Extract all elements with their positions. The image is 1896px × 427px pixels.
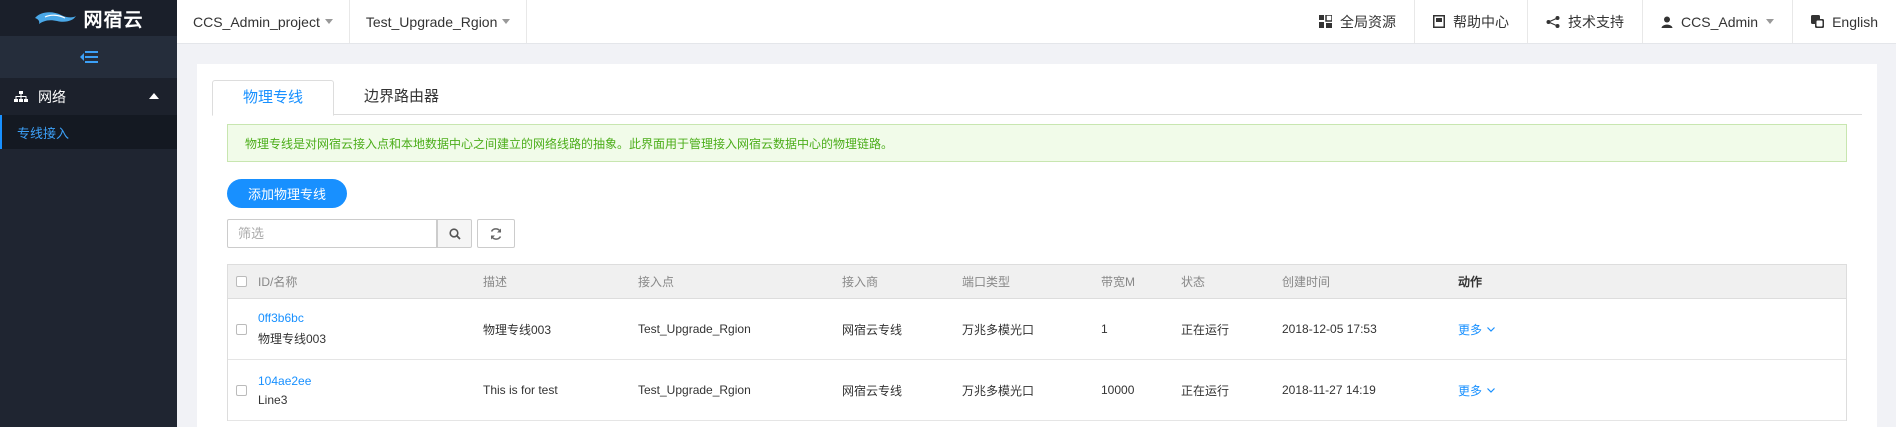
table-row[interactable]: 104ae2ee Line3 This is for test Test_Upg… [228,360,1846,421]
row-id-link[interactable]: 104ae2ee [258,374,311,388]
physical-lines-table: ID/名称 描述 接入点 接入商 端口类型 带宽M 状态 创建时间 动作 0ff… [227,264,1847,421]
column-header-provider: 接入商 [842,275,879,289]
tab-border-router[interactable]: 边界路由器 [334,80,469,114]
row-status: 正在运行 [1181,322,1230,337]
refresh-icon [490,227,502,240]
row-checkbox[interactable] [236,323,247,335]
language-icon [1811,15,1825,28]
sidebar-group-label: 网络 [38,88,66,105]
column-header-actions: 动作 [1458,275,1483,289]
book-icon [1433,15,1446,28]
grid-icon [1319,15,1333,28]
row-more-label: 更多 [1458,322,1483,337]
caret-up-icon [149,93,159,99]
column-header-desc: 描述 [483,275,508,289]
row-created: 2018-12-05 17:53 [1282,322,1377,336]
filter-input[interactable] [227,219,437,248]
sidebar: 网宿云 网络 专线接入 [0,0,177,427]
row-name: 物理专线003 [258,332,327,346]
tab-bar: 物理专线 边界路由器 [212,80,1862,116]
user-icon [1661,16,1673,28]
sidebar-group-network[interactable]: 网络 [0,78,177,115]
region-selector[interactable]: Test_Upgrade_Rgion [350,0,528,43]
row-port-type: 万兆多模光口 [962,383,1035,398]
refresh-button[interactable] [477,219,515,248]
project-selector-label: CCS_Admin_project [193,13,320,30]
tech-support-link[interactable]: 技术支持 [1527,0,1642,43]
row-created: 2018-11-27 14:19 [1282,383,1376,397]
row-more-label: 更多 [1458,383,1483,398]
chevron-down-icon [324,19,333,24]
column-header-access-point: 接入点 [638,275,675,289]
row-id-name-cell: 0ff3b6bc 物理专线003 [258,299,326,359]
chevron-down-icon [1487,387,1495,393]
row-more-actions[interactable]: 更多 [1458,299,1495,359]
row-status: 正在运行 [1181,383,1230,398]
menu-collapse-icon [79,51,98,63]
row-select-cell [236,360,247,420]
brand-logo-icon [35,12,77,24]
search-button[interactable] [437,219,472,248]
row-port-type: 万兆多模光口 [962,322,1035,337]
row-provider: 网宿云专线 [842,383,903,398]
user-menu-label: CCS_Admin [1681,13,1759,30]
tech-support-label: 技术支持 [1568,13,1625,30]
row-desc: This is for test [483,383,558,397]
row-bandwidth: 1 [1101,322,1108,336]
brand-name: 网宿云 [83,8,144,31]
table-header: ID/名称 描述 接入点 接入商 端口类型 带宽M 状态 创建时间 动作 [228,265,1846,299]
info-notice-text: 物理专线是对网宿云接入点和本地数据中心之间建立的网络线路的抽象。此界面用于管理接… [245,136,894,151]
region-selector-label: Test_Upgrade_Rgion [365,13,498,30]
chevron-down-icon [502,19,511,24]
tab-physical-line[interactable]: 物理专线 [212,80,335,116]
language-label: English [1832,13,1878,30]
row-select-cell [236,299,247,359]
sitemap-icon [14,90,28,102]
top-navbar: CCS_Admin_project Test_Upgrade_Rgion 全局资… [177,0,1896,44]
row-checkbox[interactable] [236,384,247,396]
select-all-checkbox[interactable] [236,276,247,287]
select-all-cell [236,265,247,298]
row-id-link[interactable]: 0ff3b6bc [258,311,304,325]
user-menu[interactable]: CCS_Admin [1642,0,1792,43]
column-header-id-name: ID/名称 [258,275,298,289]
row-name: Line3 [258,392,288,407]
row-id-name-cell: 104ae2ee Line3 [258,360,311,420]
sidebar-item-label: 专线接入 [17,125,70,141]
project-selector[interactable]: CCS_Admin_project [177,0,350,43]
row-provider: 网宿云专线 [842,322,903,337]
global-resources-label: 全局资源 [1340,13,1397,30]
row-more-actions[interactable]: 更多 [1458,360,1495,420]
add-physical-line-button[interactable]: 添加物理专线 [227,179,347,208]
info-notice: 物理专线是对网宿云接入点和本地数据中心之间建立的网络线路的抽象。此界面用于管理接… [227,124,1847,162]
help-center-label: 帮助中心 [1453,13,1510,30]
row-desc: 物理专线003 [483,322,552,337]
sidebar-item-line-access[interactable]: 专线接入 [0,115,177,149]
search-icon [448,227,461,240]
column-header-created: 创建时间 [1282,275,1331,289]
filter-box [227,219,437,248]
column-header-status: 状态 [1181,275,1206,289]
row-access-point: Test_Upgrade_Rgion [638,322,751,336]
sidebar-collapse-toggle[interactable] [0,36,177,78]
column-header-port-type: 端口类型 [962,275,1011,289]
chevron-down-icon [1766,19,1775,24]
main-content-card: 物理专线 边界路由器 物理专线是对网宿云接入点和本地数据中心之间建立的网络线路的… [197,64,1877,427]
column-header-bandwidth: 带宽M [1101,275,1135,289]
row-access-point: Test_Upgrade_Rgion [638,383,751,397]
global-resources-link[interactable]: 全局资源 [1301,0,1414,43]
language-switcher[interactable]: English [1792,0,1896,43]
chevron-down-icon [1487,326,1495,332]
table-row[interactable]: 0ff3b6bc 物理专线003 物理专线003 Test_Upgrade_Rg… [228,299,1846,360]
share-nodes-icon [1546,15,1560,28]
row-bandwidth: 10000 [1101,383,1135,397]
help-center-link[interactable]: 帮助中心 [1414,0,1527,43]
brand-logo[interactable]: 网宿云 [0,0,177,36]
